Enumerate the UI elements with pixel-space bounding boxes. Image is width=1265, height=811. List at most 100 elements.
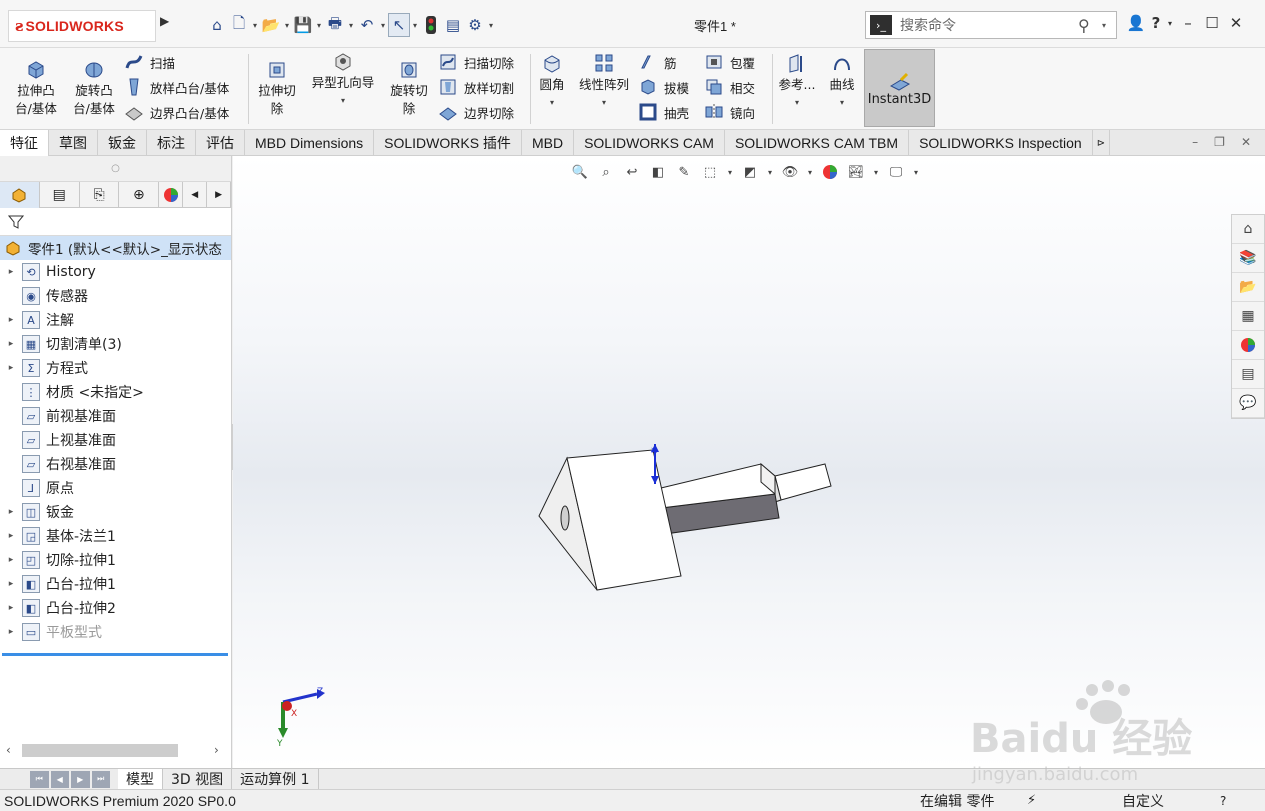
search-commands-box[interactable]: ›_ 搜索命令 ⚲ ▾: [865, 11, 1117, 39]
first-tab-icon[interactable]: ⏮: [30, 770, 49, 788]
chevron-down-icon[interactable]: ▾: [1102, 21, 1116, 30]
display-style-icon[interactable]: ◩: [739, 162, 761, 182]
section-view-icon[interactable]: ◧: [647, 162, 669, 182]
tab-mbd[interactable]: MBD: [522, 130, 575, 156]
scrollbar-thumb[interactable]: [22, 744, 178, 757]
chevron-down-icon[interactable]: ▾: [250, 13, 260, 37]
sweep-cut-button[interactable]: 扫描切除: [438, 51, 514, 73]
tab-motion-study[interactable]: 运动算例 1: [232, 768, 319, 790]
appearances-scenes-icon[interactable]: [1232, 331, 1264, 360]
tab-model[interactable]: 模型: [118, 768, 163, 790]
chevron-down-icon[interactable]: ▾: [840, 94, 844, 112]
chevron-down-icon[interactable]: ▾: [911, 162, 921, 182]
view-orientation-icon[interactable]: ⬚: [699, 162, 721, 182]
fillet-button[interactable]: 圆角 ▾: [535, 52, 569, 112]
mirror-button[interactable]: 镜向: [704, 101, 755, 123]
chevron-down-icon[interactable]: ▾: [805, 162, 815, 182]
tab-mbd-dimensions[interactable]: MBD Dimensions: [245, 130, 375, 156]
rollback-bar[interactable]: [2, 653, 228, 656]
edit-appearance-icon[interactable]: [819, 162, 841, 182]
tree-root-part[interactable]: 零件1 (默认<<默认>_显示状态: [0, 236, 231, 260]
tab-solidworks-cam-tbm[interactable]: SOLIDWORKS CAM TBM: [725, 130, 910, 156]
view-settings-icon[interactable]: 🖵: [885, 162, 907, 182]
rebuild-traffic-light-icon[interactable]: [420, 13, 442, 37]
extrude-boss-button[interactable]: 拉伸凸 台/基体: [12, 58, 60, 118]
print-icon[interactable]: 🖶: [324, 13, 346, 37]
close-icon[interactable]: ✕: [1224, 14, 1248, 32]
user-icon[interactable]: 👤: [1124, 14, 1148, 32]
expand-arrow-icon[interactable]: ▸: [0, 627, 22, 637]
expand-arrow-icon[interactable]: ▸: [0, 531, 22, 541]
linear-pattern-button[interactable]: 线性阵列 ▾: [574, 52, 634, 112]
last-tab-icon[interactable]: ⏭: [91, 770, 110, 788]
chevron-down-icon[interactable]: ▾: [486, 13, 496, 37]
expand-arrow-icon[interactable]: ▸: [0, 507, 22, 517]
chevron-down-icon[interactable]: ▾: [282, 13, 292, 37]
zoom-to-fit-icon[interactable]: 🔍: [569, 162, 591, 182]
chevron-down-icon[interactable]: ▾: [341, 92, 345, 110]
chevron-down-icon[interactable]: ▾: [314, 13, 324, 37]
save-icon[interactable]: 💾: [292, 13, 314, 37]
minimize-icon[interactable]: –: [1176, 14, 1200, 32]
loft-boss-button[interactable]: 放样凸台/基体: [124, 76, 229, 98]
tree-item[interactable]: ▸ ◫ 钣金: [0, 500, 231, 524]
tab-evaluate[interactable]: 评估: [196, 130, 245, 156]
previous-tab-icon[interactable]: ◀: [50, 770, 69, 788]
draft-button[interactable]: 拔模: [638, 76, 689, 98]
chevron-down-icon[interactable]: ▾: [795, 94, 799, 112]
undo-icon[interactable]: ↶: [356, 13, 378, 37]
shell-button[interactable]: 抽壳: [638, 101, 689, 123]
file-properties-icon[interactable]: ▤: [442, 13, 464, 37]
design-library-icon[interactable]: 📚: [1232, 244, 1264, 273]
filter-icon[interactable]: [0, 208, 231, 236]
next-tab-icon[interactable]: ▶: [71, 770, 90, 788]
graphics-area[interactable]: 🔍 ⌕ ↩ ◧ ✎ ⬚ ▾ ◩ ▾ 👁 ▾ 🏞 ▾ 🖵 ▾ ✳ Z X Y ⌂ …: [233, 156, 1265, 768]
chevron-down-icon[interactable]: ▾: [378, 13, 388, 37]
new-document-icon[interactable]: 🗋: [228, 13, 250, 37]
expand-arrow-icon[interactable]: ▸: [0, 603, 22, 613]
tree-item[interactable]: ▱ 右视基准面: [0, 452, 231, 476]
dynamic-annotation-icon[interactable]: ✎: [673, 162, 695, 182]
revolve-boss-button[interactable]: 旋转凸 台/基体: [70, 58, 118, 118]
rebuild-status-icon[interactable]: ⚡: [1027, 793, 1036, 808]
chevron-down-icon[interactable]: ▾: [725, 162, 735, 182]
previous-view-icon[interactable]: ↩: [621, 162, 643, 182]
tab-sheet-metal[interactable]: 钣金: [98, 130, 147, 156]
tree-horizontal-scrollbar[interactable]: ‹ ›: [0, 740, 232, 760]
scroll-right-icon[interactable]: ›: [214, 743, 219, 757]
chevron-down-icon[interactable]: ▾: [346, 13, 356, 37]
chevron-left-icon[interactable]: ◀: [183, 182, 208, 208]
pane-splitter[interactable]: ○: [0, 156, 231, 182]
sweep-button[interactable]: 扫描: [124, 51, 175, 73]
hole-wizard-button[interactable]: 异型孔向导 ▾: [306, 50, 380, 110]
rib-button[interactable]: 筋: [638, 51, 677, 73]
expand-arrow-icon[interactable]: ▸: [0, 267, 22, 277]
expand-arrow-icon[interactable]: ▸: [0, 339, 22, 349]
tab-solidworks-addins[interactable]: SOLIDWORKS 插件: [374, 130, 522, 156]
custom-properties-icon[interactable]: ▤: [1232, 360, 1264, 389]
expand-arrow-icon[interactable]: ▸: [0, 555, 22, 565]
tree-item[interactable]: ▱ 前视基准面: [0, 404, 231, 428]
configuration-manager-tab-icon[interactable]: ⎘: [80, 182, 120, 208]
boundary-cut-button[interactable]: 边界切除: [438, 101, 514, 123]
property-manager-tab-icon[interactable]: ▤: [40, 182, 80, 208]
tree-item[interactable]: ▸ ⟲ History: [0, 260, 231, 284]
chevron-down-icon[interactable]: ▾: [602, 94, 606, 112]
menu-expand-arrow[interactable]: ▶: [160, 14, 174, 36]
wrap-button[interactable]: 包覆: [704, 51, 755, 73]
help-icon[interactable]: ?: [1148, 14, 1164, 32]
curves-button[interactable]: 曲线 ▾: [824, 52, 860, 112]
tab-markup[interactable]: 标注: [147, 130, 196, 156]
forum-icon[interactable]: 💬: [1232, 389, 1264, 418]
feature-manager-tab-icon[interactable]: [0, 182, 40, 208]
revolve-cut-button[interactable]: 旋转切 除: [386, 58, 432, 118]
chevron-right-icon[interactable]: ▶: [207, 182, 231, 208]
tree-item[interactable]: ▸ ◲ 基体-法兰1: [0, 524, 231, 548]
view-palette-icon[interactable]: ▦: [1232, 302, 1264, 331]
home-icon[interactable]: ⌂: [206, 13, 228, 37]
tree-item[interactable]: ⅃ 原点: [0, 476, 231, 500]
tree-item[interactable]: ▸ ◧ 凸台-拉伸2: [0, 596, 231, 620]
select-cursor-icon[interactable]: ↖: [388, 13, 410, 37]
open-document-icon[interactable]: 📂: [260, 13, 282, 37]
tab-features[interactable]: 特征: [0, 130, 49, 156]
